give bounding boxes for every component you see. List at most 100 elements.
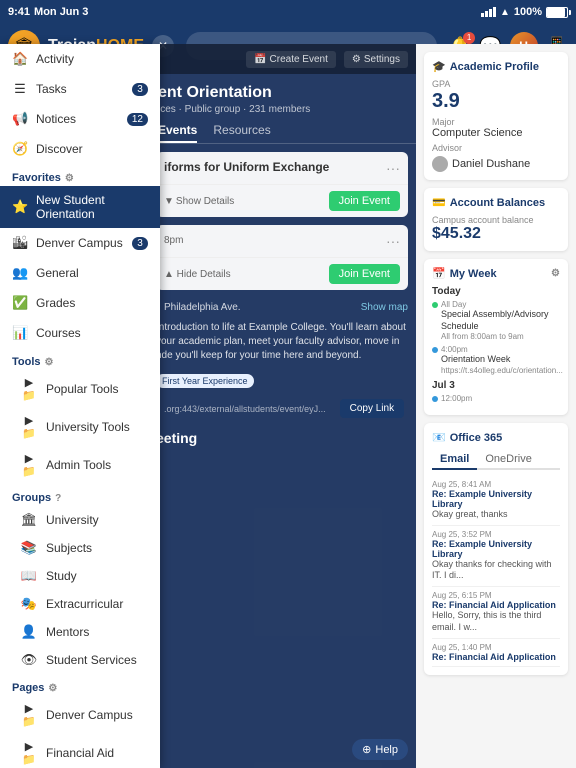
folder-icon: ▶ 📁: [20, 702, 38, 728]
event-card-1: iforms for Uniform Exchange ··· ▼ Show D…: [156, 152, 408, 217]
email-item-3[interactable]: Aug 25, 1:40 PM Re: Financial Aid Applic…: [432, 639, 560, 667]
next-event-title: eeting: [148, 424, 416, 452]
email-item-0[interactable]: Aug 25, 8:41 AM Re: Example University L…: [432, 476, 560, 526]
notices-badge: 12: [127, 113, 148, 126]
join-event-button-2[interactable]: Join Event: [329, 264, 400, 284]
sidebar-item-admin-tools[interactable]: ▶ 📁 Admin Tools: [0, 446, 160, 484]
date: Mon Jun 3: [34, 6, 88, 18]
sidebar-item-financial-aid[interactable]: ▶ 📁 Financial Aid: [0, 734, 160, 768]
create-event-button[interactable]: 📅 Create Event: [246, 51, 336, 68]
sidebar-item-denver-campus[interactable]: 🏙 Denver Campus 3: [0, 228, 160, 258]
sidebar-item-general[interactable]: 👥 General: [0, 258, 160, 288]
jul3-event: 12:00pm: [432, 394, 560, 403]
pages-settings-icon[interactable]: ⚙: [48, 683, 57, 694]
sidebar-item-new-student-orientation[interactable]: ⭐ New Student Orientation: [0, 186, 160, 228]
groups-section-header: Groups ?: [0, 484, 160, 506]
today-label: Today: [432, 286, 560, 297]
help-button[interactable]: ⊕ Help: [352, 739, 408, 760]
event-dot-0: [432, 302, 438, 308]
email-date-1: Aug 25, 3:52 PM: [432, 530, 560, 539]
activity-icon: 🏠: [12, 51, 28, 67]
sidebar-item-extracurricular[interactable]: 🎭 Extracurricular: [0, 590, 160, 618]
email-list: Aug 25, 8:41 AM Re: Example University L…: [432, 476, 560, 666]
academic-profile-widget: 🎓 Academic Profile GPA 3.9 Major Compute…: [424, 52, 568, 180]
email-from-3: Re: Financial Aid Application: [432, 652, 560, 662]
email-preview-1: Okay thanks for checking with IT. I di..…: [432, 559, 560, 582]
sidebar-item-popular-tools[interactable]: ▶ 📁 Popular Tools: [0, 370, 160, 408]
event-detail-1: https://t.s4olleg.edu/c/orientation...: [441, 366, 563, 375]
gpa-value: 3.9: [432, 90, 560, 113]
email-item-1[interactable]: Aug 25, 3:52 PM Re: Example University L…: [432, 526, 560, 587]
office365-icon: 📧: [432, 431, 446, 444]
tab-events[interactable]: Events: [158, 119, 197, 143]
tab-email[interactable]: Email: [432, 450, 477, 470]
sidebar-item-university-tools[interactable]: ▶ 📁 University Tools: [0, 408, 160, 446]
grades-icon: ✅: [12, 295, 28, 311]
email-item-2[interactable]: Aug 25, 6:15 PM Re: Financial Aid Applic…: [432, 587, 560, 638]
hide-details-button-2[interactable]: ▲ Hide Details: [164, 269, 231, 280]
event-url: .org:443/external/allstudents/event/eyJ.…: [156, 402, 334, 416]
tools-section-header: Tools ⚙: [0, 348, 160, 370]
email-date-3: Aug 25, 1:40 PM: [432, 643, 560, 652]
jul3-time: 12:00pm: [441, 394, 472, 403]
tab-resources[interactable]: Resources: [213, 119, 270, 143]
email-preview-2: Hello, Sorry, this is the third email. I…: [432, 610, 560, 633]
major-value: Computer Science: [432, 127, 560, 139]
event-title-0: Special Assembly/Advisory Schedule: [441, 309, 560, 332]
right-sidebar: 🎓 Academic Profile GPA 3.9 Major Compute…: [416, 44, 576, 768]
study-icon: 📖: [20, 568, 38, 584]
copy-link-button[interactable]: Copy Link: [340, 399, 404, 418]
advisor-row: Daniel Dushane: [432, 156, 560, 172]
event-card-menu-1[interactable]: ···: [386, 160, 400, 176]
notices-icon: 📢: [12, 111, 28, 127]
group-title: ent Orientation: [158, 84, 406, 102]
sidebar-item-courses[interactable]: 📊 Courses: [0, 318, 160, 348]
academic-profile-title: 🎓 Academic Profile: [432, 60, 560, 73]
nav-discover[interactable]: 🧭 Discover: [0, 134, 160, 164]
account-balances-title: 💳 Account Balances: [432, 196, 560, 209]
battery-percent: 100%: [514, 6, 542, 18]
group-meta: ices · Public group · 231 members: [158, 104, 406, 115]
sidebar-item-study[interactable]: 📖 Study: [0, 562, 160, 590]
sidebar-item-grades[interactable]: ✅ Grades: [0, 288, 160, 318]
event-title-1: Orientation Week: [441, 354, 563, 366]
event-card-menu-2[interactable]: ···: [386, 233, 400, 249]
url-row: .org:443/external/allstudents/event/eyJ.…: [148, 393, 416, 424]
calendar-icon: 📅: [254, 54, 266, 65]
join-event-button-1[interactable]: Join Event: [329, 191, 400, 211]
sidebar-item-mentors[interactable]: 👤 Mentors: [0, 618, 160, 646]
advisor-name: Daniel Dushane: [452, 158, 530, 170]
nav-activity[interactable]: 🏠 Activity: [0, 44, 160, 74]
show-details-button-1[interactable]: ▼ Show Details: [164, 196, 234, 207]
gear-icon: ⚙: [352, 54, 361, 65]
settings-button[interactable]: ⚙ Settings: [344, 51, 408, 68]
nav-notices[interactable]: 📢 Notices 12: [0, 104, 160, 134]
tools-settings-icon[interactable]: ⚙: [45, 357, 54, 368]
sidebar-item-university[interactable]: 🏛 University: [0, 506, 160, 534]
sidebar-item-student-services[interactable]: 👁 Student Services: [0, 646, 160, 674]
center-tabs: Events Resources: [148, 119, 416, 144]
my-week-settings-icon[interactable]: ⚙: [551, 268, 560, 279]
tab-onedrive[interactable]: OneDrive: [477, 450, 539, 468]
battery-icon: [546, 7, 568, 18]
folder-icon: ▶ 📁: [20, 414, 38, 440]
my-week-widget: 📅 My Week ⚙ Today All Day Special Assemb…: [424, 259, 568, 415]
discover-icon: 🧭: [12, 141, 28, 157]
help-icon: ⊕: [362, 743, 371, 756]
nav-tasks[interactable]: ☰ Tasks 3: [0, 74, 160, 104]
favorites-settings-icon[interactable]: ⚙: [65, 173, 74, 184]
campus-balance-label: Campus account balance: [432, 215, 560, 225]
groups-help-icon[interactable]: ?: [55, 493, 61, 504]
my-week-title: 📅 My Week ⚙: [432, 267, 560, 280]
mentor-icon: 👤: [20, 624, 38, 640]
email-date-0: Aug 25, 8:41 AM: [432, 480, 560, 489]
pages-section-header: Pages ⚙: [0, 674, 160, 696]
sidebar-item-denver-campus-page[interactable]: ▶ 📁 Denver Campus: [0, 696, 160, 734]
tag-row: First Year Experience: [148, 367, 416, 393]
sidebar-item-subjects[interactable]: 📚 Subjects: [0, 534, 160, 562]
week-event-1: 4:00pm Orientation Week https://t.s4olle…: [432, 345, 560, 375]
show-map-button[interactable]: Show map: [361, 302, 408, 313]
subjects-icon: 📚: [20, 540, 38, 556]
signal-icon: [481, 7, 496, 17]
city-icon: 🏙: [12, 235, 28, 251]
